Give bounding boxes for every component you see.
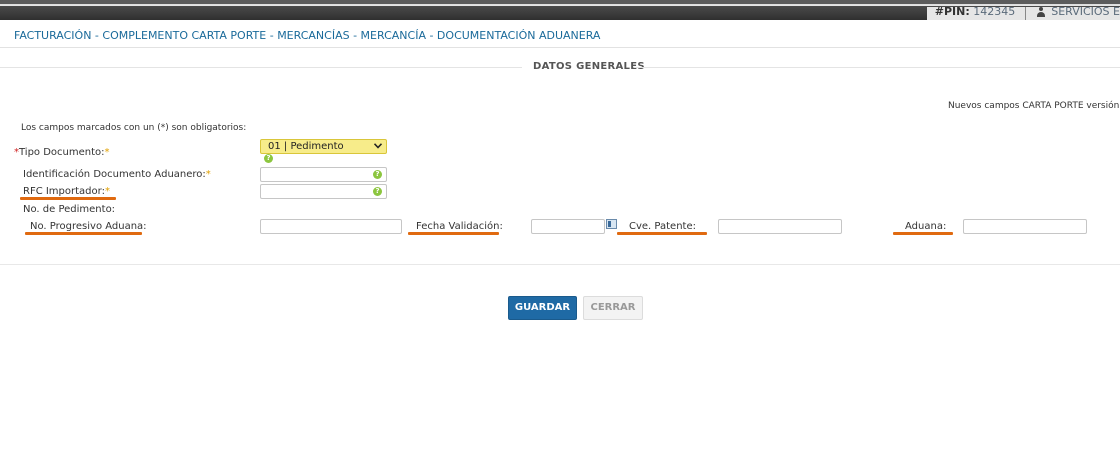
required-fields-note: Los campos marcados con un (*) son oblig…	[21, 123, 247, 133]
tipo-documento-label-wrap: *Tipo Documento:*	[14, 147, 110, 158]
rfc-importador-label: RFC Importador:	[23, 186, 105, 197]
section-rule-right	[634, 67, 1120, 68]
services-menu[interactable]: SERVICIOS E	[1026, 7, 1120, 20]
user-icon	[1036, 7, 1046, 17]
aduana-input[interactable]	[963, 219, 1087, 234]
annotation-underline	[20, 197, 116, 200]
help-icon[interactable]: ?	[373, 187, 382, 196]
rfc-importador-input[interactable]	[260, 184, 387, 199]
services-label: SERVICIOS E	[1051, 7, 1120, 18]
annotation-underline	[617, 232, 707, 235]
tipo-documento-label: Tipo Documento:	[19, 147, 105, 158]
help-icon[interactable]: ?	[264, 154, 273, 163]
rfc-importador-label-wrap: RFC Importador:*	[23, 186, 110, 197]
version-note: Nuevos campos CARTA PORTE versión 3.0	[948, 101, 1120, 111]
required-star: *	[104, 186, 110, 197]
annotation-underline	[408, 232, 499, 235]
save-button[interactable]: GUARDAR	[508, 296, 577, 320]
calendar-icon[interactable]	[606, 219, 617, 229]
no-pedimento-label: No. de Pedimento:	[23, 204, 116, 215]
tipo-documento-select[interactable]: 01 | Pedimento	[260, 139, 387, 154]
help-icon[interactable]: ?	[373, 170, 382, 179]
identificacion-input[interactable]	[260, 167, 387, 182]
page-header: FACTURACIÓN - COMPLEMENTO CARTA PORTE - …	[0, 21, 1120, 48]
breadcrumb: FACTURACIÓN - COMPLEMENTO CARTA PORTE - …	[14, 29, 601, 42]
cve-patente-label: Cve. Patente:	[629, 221, 696, 232]
pin-value: 142345	[973, 7, 1016, 18]
required-star: *	[205, 169, 211, 180]
pin-label: #PIN:	[934, 7, 970, 18]
identificacion-label-wrap: Identificación Documento Aduanero:*	[23, 169, 211, 180]
required-star: *	[104, 147, 110, 158]
tipo-documento-value: 01 | Pedimento	[268, 141, 344, 152]
top-bar: #PIN: 142345 SERVICIOS E	[0, 0, 1120, 20]
chevron-down-icon	[374, 143, 382, 149]
no-progresivo-label: No. Progresivo Aduana:	[30, 221, 147, 232]
fecha-validacion-input[interactable]	[531, 219, 605, 234]
annotation-underline	[25, 232, 142, 235]
annotation-underline	[893, 232, 953, 235]
top-bar-right: #PIN: 142345 SERVICIOS E	[926, 7, 1120, 20]
close-button[interactable]: CERRAR	[583, 296, 643, 320]
form-divider	[0, 264, 1120, 265]
section-title: DATOS GENERALES	[0, 60, 1120, 74]
identificacion-label: Identificación Documento Aduanero:	[23, 169, 206, 180]
cve-patente-input[interactable]	[718, 219, 842, 234]
aduana-label: Aduana:	[905, 221, 947, 232]
pin-indicator: #PIN: 142345	[926, 7, 1027, 20]
no-progresivo-input[interactable]	[260, 219, 402, 234]
section-rule-left	[0, 67, 522, 68]
section-title-text: DATOS GENERALES	[533, 61, 645, 72]
fecha-validacion-label: Fecha Validación:	[416, 221, 503, 232]
